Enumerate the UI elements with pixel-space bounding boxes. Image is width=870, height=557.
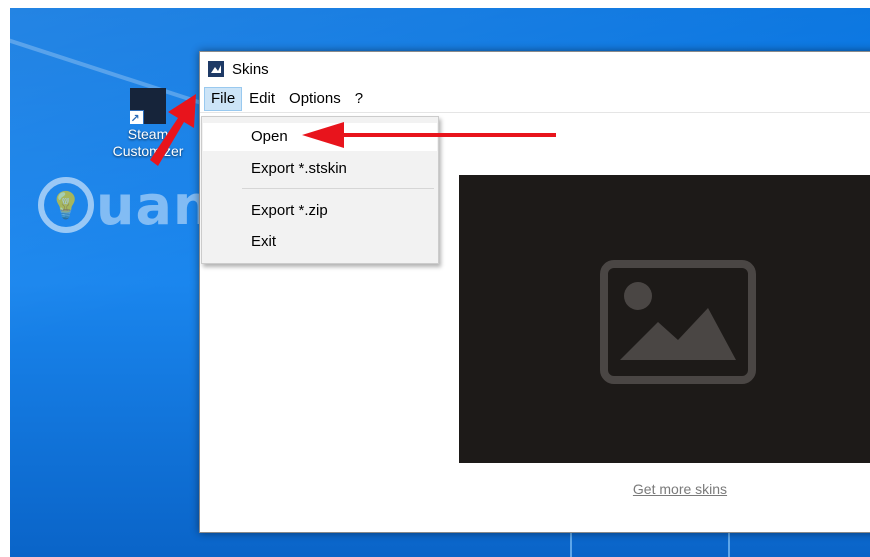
menu-bar: File Edit Options ? <box>200 86 870 113</box>
menu-edit[interactable]: Edit <box>242 87 282 111</box>
menu-separator <box>242 188 434 189</box>
title-bar[interactable]: Skins <box>200 52 870 86</box>
app-icon <box>208 61 224 77</box>
menu-item-export-zip[interactable]: Export *.zip <box>203 197 437 225</box>
file-menu-dropdown: Open Export *.stskin Export *.zip Exit <box>201 116 439 264</box>
get-more-skins-link[interactable]: Get more skins <box>610 481 750 497</box>
window-title: Skins <box>232 60 269 78</box>
steam-customizer-icon: ↗ <box>130 88 166 124</box>
steam-customizer-shortcut[interactable]: ↗ Steam Customizer <box>98 88 198 160</box>
menu-file[interactable]: File <box>204 87 243 111</box>
skin-preview <box>459 175 870 463</box>
menu-help[interactable]: ? <box>348 87 370 111</box>
menu-item-open[interactable]: Open <box>203 123 437 151</box>
menu-item-export-stskin[interactable]: Export *.stskin <box>203 155 437 183</box>
menu-options[interactable]: Options <box>282 87 348 111</box>
menu-item-exit[interactable]: Exit <box>203 228 437 256</box>
image-placeholder-icon <box>600 260 756 384</box>
shortcut-label: Steam Customizer <box>112 126 184 159</box>
